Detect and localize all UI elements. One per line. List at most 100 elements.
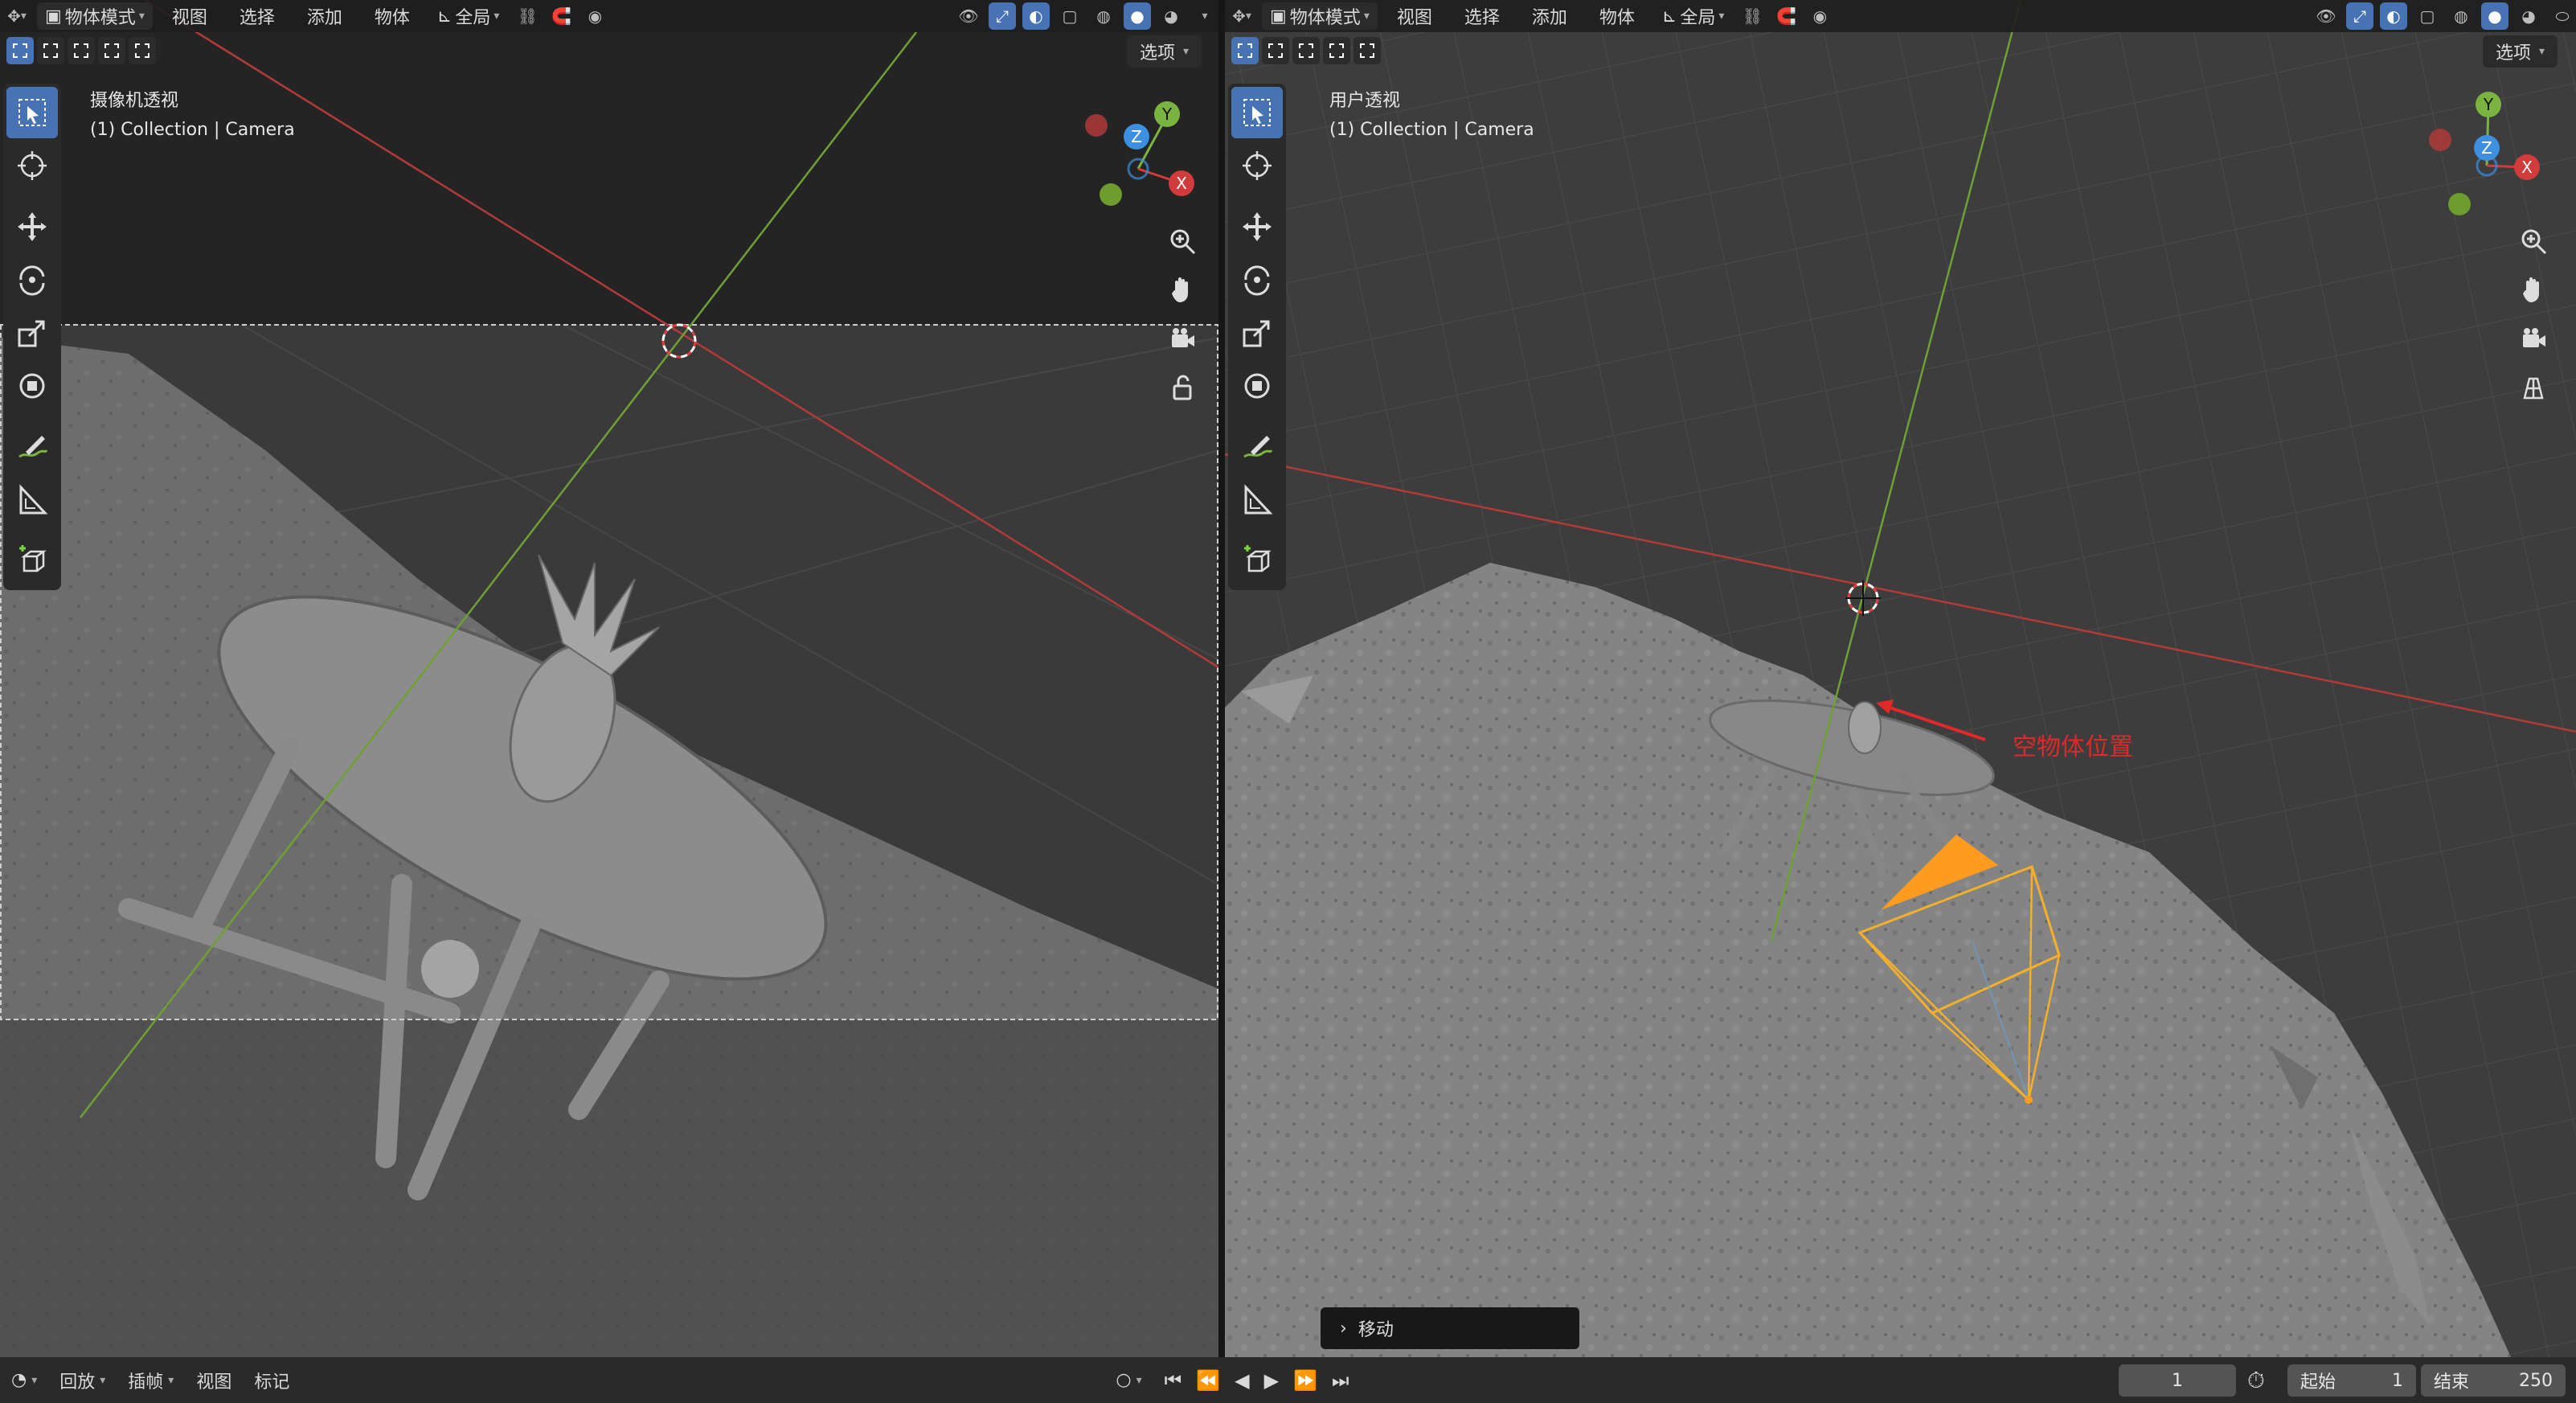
measure-icon[interactable] <box>1231 474 1283 526</box>
cursor-icon[interactable] <box>1231 140 1283 191</box>
select-subtract-icon[interactable] <box>1292 37 1320 64</box>
editor-type-icon[interactable]: ✥ ▾ <box>3 2 31 30</box>
xray-icon[interactable]: ▢ <box>1056 2 1083 30</box>
pivot-icon[interactable]: ⛓ <box>1738 2 1766 30</box>
visibility-icon[interactable]: 👁 <box>955 2 982 30</box>
add-cube-icon[interactable] <box>1231 535 1283 587</box>
stopwatch-icon[interactable]: ⏱ <box>2247 1367 2265 1394</box>
select-extend-icon[interactable] <box>37 37 64 64</box>
select-intersect-icon[interactable] <box>1354 37 1381 64</box>
editor-type-icon[interactable]: ✥ ▾ <box>1228 2 1255 30</box>
mode-icon: ▣ <box>45 6 62 27</box>
editor-type-clock-icon[interactable]: ◔ ▾ <box>0 1364 48 1397</box>
menu-view[interactable]: 视图 <box>159 3 220 29</box>
measure-icon[interactable] <box>6 474 58 526</box>
playback-dropdown[interactable]: 回放 ▾ <box>48 1364 117 1397</box>
menu-object[interactable]: 物体 <box>362 3 423 29</box>
lock-icon[interactable] <box>1160 365 1205 410</box>
snap-icon[interactable]: 🧲 <box>1772 2 1800 30</box>
transform-icon[interactable] <box>1231 360 1283 412</box>
cursor-icon[interactable] <box>6 140 58 191</box>
gizmo-icon[interactable]: ⤢ <box>2346 2 2373 30</box>
rotate-icon[interactable] <box>1231 254 1283 306</box>
auto-keying-icon[interactable]: ○ ▾ <box>1104 1364 1153 1397</box>
rotate-icon[interactable] <box>6 254 58 306</box>
jump-end-icon[interactable]: ⏭ <box>1332 1369 1349 1392</box>
area-divider[interactable] <box>1218 0 1225 1357</box>
select-extend-icon[interactable] <box>1262 37 1289 64</box>
ortho-grid-icon[interactable] <box>2511 365 2556 410</box>
material-shading-icon[interactable]: ◕ <box>2515 2 2542 30</box>
annotate-icon[interactable] <box>1231 421 1283 473</box>
solid-shading-icon[interactable]: ● <box>2481 2 2508 30</box>
move-icon[interactable] <box>6 201 58 252</box>
select-invert-icon[interactable] <box>98 37 125 64</box>
xray-icon[interactable]: ▢ <box>2414 2 2441 30</box>
wireframe-shading-icon[interactable]: ◍ <box>1090 2 1117 30</box>
options-dropdown[interactable]: 选项 ▾ <box>2483 35 2558 68</box>
end-frame-field[interactable]: 结束 250 <box>2421 1364 2566 1397</box>
navigation-gizmo[interactable]: Z Y X <box>2414 88 2559 225</box>
timeline-view-menu[interactable]: 视图 <box>185 1364 243 1397</box>
zoom-icon[interactable] <box>2511 219 2556 264</box>
overlay-icon[interactable]: ◐ <box>1022 2 1050 30</box>
last-operator-panel[interactable]: › 移动 <box>1321 1307 1579 1349</box>
select-box-icon[interactable] <box>1231 87 1283 138</box>
select-intersect-icon[interactable] <box>129 37 156 64</box>
hand-icon[interactable] <box>2511 267 2556 312</box>
jump-start-icon[interactable]: ⏮ <box>1165 1369 1182 1392</box>
scale-icon[interactable] <box>1231 307 1283 359</box>
select-new-icon[interactable] <box>1231 37 1259 64</box>
menu-select[interactable]: 选择 <box>1452 3 1513 29</box>
select-new-icon[interactable] <box>6 37 34 64</box>
wireframe-shading-icon[interactable]: ◍ <box>2447 2 2475 30</box>
material-shading-icon[interactable]: ◕ <box>1157 2 1185 30</box>
overlay-icon[interactable]: ◐ <box>2380 2 2407 30</box>
menu-select[interactable]: 选择 <box>227 3 288 29</box>
menu-view[interactable]: 视图 <box>1384 3 1445 29</box>
camera-view-icon[interactable] <box>1160 316 1205 361</box>
play-reverse-icon[interactable]: ◀ <box>1235 1369 1249 1392</box>
add-cube-icon[interactable] <box>6 535 58 587</box>
solid-shading-icon[interactable]: ● <box>1124 2 1151 30</box>
prev-keyframe-icon[interactable]: ⏪ <box>1196 1369 1220 1392</box>
annotate-icon[interactable] <box>6 421 58 473</box>
hand-icon[interactable] <box>1160 267 1205 312</box>
menu-add[interactable]: 添加 <box>294 3 355 29</box>
select-subtract-icon[interactable] <box>68 37 95 64</box>
play-icon[interactable]: ▶ <box>1264 1369 1279 1392</box>
visibility-icon[interactable]: 👁 <box>2312 2 2340 30</box>
mode-dropdown[interactable]: ▣ 物体模式 ▾ <box>1262 2 1378 30</box>
select-invert-icon[interactable] <box>1323 37 1350 64</box>
view-name: 摄像机透视 <box>90 91 179 111</box>
pivot-icon[interactable]: ⛓ <box>514 2 541 30</box>
gizmo-icon[interactable]: ⤢ <box>989 2 1016 30</box>
keying-dropdown[interactable]: 插帧 ▾ <box>117 1364 185 1397</box>
render-shading-icon[interactable]: ⬭ <box>2549 2 2576 30</box>
transform-icon[interactable] <box>6 360 58 412</box>
menu-add[interactable]: 添加 <box>1519 3 1580 29</box>
zoom-icon[interactable] <box>1160 219 1205 264</box>
mode-dropdown[interactable]: ▣ 物体模式 ▾ <box>37 2 153 30</box>
menu-object[interactable]: 物体 <box>1587 3 1648 29</box>
scale-icon[interactable] <box>6 307 58 359</box>
move-icon[interactable] <box>1231 201 1283 252</box>
proportional-edit-icon[interactable]: ◉ <box>581 2 608 30</box>
mode-icon: ▣ <box>1270 6 1287 27</box>
start-frame-field[interactable]: 起始 1 <box>2287 1364 2416 1397</box>
timeline-marker-menu[interactable]: 标记 <box>243 1364 301 1397</box>
options-dropdown[interactable]: 选项 ▾ <box>1127 35 1202 68</box>
user-viewport[interactable]: ✥ ▾ ▣ 物体模式 ▾ 视图 选择 添加 物体 ⊾ 全局 ▾ ⛓ 🧲 ◉ 👁 ⤢ ◐ ▢… <box>1225 0 2576 1357</box>
proportional-edit-icon[interactable]: ◉ <box>1806 2 1833 30</box>
transform-orientation-dropdown[interactable]: ⊾ 全局 ▾ <box>1654 2 1732 30</box>
transform-orientation-dropdown[interactable]: ⊾ 全局 ▾ <box>429 2 507 30</box>
current-frame-field[interactable]: 1 <box>2119 1364 2236 1397</box>
camera-view-icon[interactable] <box>2511 316 2556 361</box>
camera-viewport[interactable]: ✥ ▾ ▣ 物体模式 ▾ 视图 选择 添加 物体 ⊾ 全局 ▾ ⛓ 🧲 ◉ 👁 ⤢ ◐ ▢… <box>0 0 1218 1357</box>
navigation-gizmo[interactable]: Z Y X <box>1069 96 1214 225</box>
snap-icon[interactable]: 🧲 <box>547 2 575 30</box>
select-box-icon[interactable] <box>6 87 58 138</box>
viewport-info: 用户透视 (1) Collection | Camera <box>1329 87 1534 145</box>
next-keyframe-icon[interactable]: ⏩ <box>1293 1369 1317 1392</box>
shading-options-icon[interactable]: ▾ <box>1191 2 1218 30</box>
